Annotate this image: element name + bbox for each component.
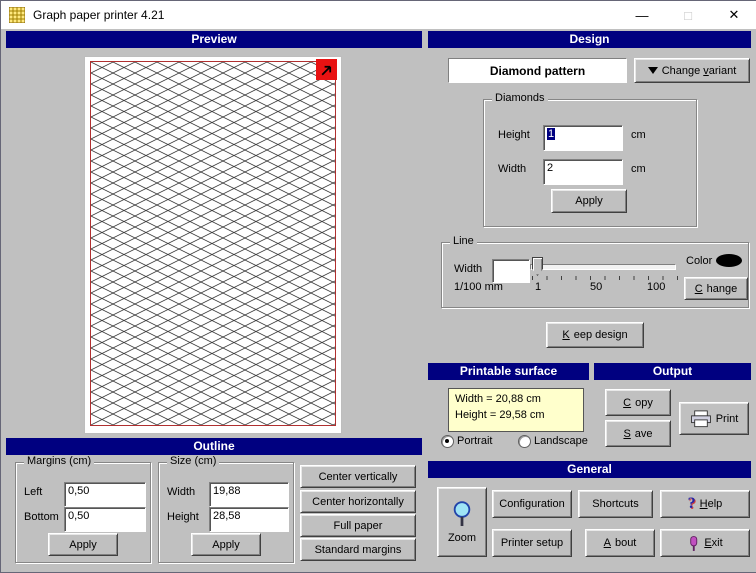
landscape-radio[interactable]: [518, 435, 531, 448]
center-vertically-button[interactable]: Center vertically: [300, 465, 416, 488]
minimize-button[interactable]: —: [619, 1, 665, 29]
titlebar: Graph paper printer 4.21 — □ ✕: [1, 1, 756, 29]
line-width-unit-label: 1/100 mm: [454, 281, 503, 293]
diamonds-group: Diamonds Height 1 cm Width 2 cm Apply: [483, 92, 697, 227]
caption-buttons: — □ ✕: [619, 1, 756, 29]
margin-bottom-input[interactable]: 0,50: [64, 507, 146, 532]
slider-tick-min-label: 1: [535, 281, 542, 293]
close-button[interactable]: ✕: [711, 1, 756, 29]
size-apply-button[interactable]: Apply: [191, 533, 261, 556]
exit-button-label: Exit: [704, 537, 723, 549]
diamonds-apply-button[interactable]: Apply: [551, 189, 627, 213]
printable-surface-info: Width = 20,88 cm Height = 29,58 cm: [448, 388, 584, 432]
size-group-legend: Size (cm): [167, 455, 220, 467]
print-button-label: Print: [715, 412, 739, 425]
line-width-slider[interactable]: [530, 257, 676, 276]
slider-tick-max-label: 100: [647, 281, 666, 293]
diamond-height-label: Height: [498, 129, 530, 141]
pattern-name-display: Diamond pattern: [448, 58, 627, 83]
margins-group: Margins (cm) Left 0,50 Bottom 0,50 Apply: [15, 455, 151, 563]
printable-surface-section-header: Printable surface: [428, 363, 589, 380]
landscape-radio-label: Landscape: [534, 435, 588, 447]
portrait-radio-label: Portrait: [457, 435, 493, 447]
diamond-height-unit: cm: [631, 129, 646, 141]
printer-setup-button[interactable]: Printer setup: [492, 529, 572, 557]
window-title: Graph paper printer 4.21: [33, 8, 165, 22]
app-icon: [9, 7, 25, 23]
shortcuts-button[interactable]: Shortcuts: [578, 490, 653, 518]
output-section-header: Output: [594, 363, 751, 380]
line-width-label: Width: [454, 263, 483, 275]
diamonds-group-legend: Diamonds: [492, 92, 548, 104]
question-mark-icon: ?: [687, 495, 696, 512]
configuration-button[interactable]: Configuration: [492, 490, 572, 518]
margin-left-label: Left: [24, 486, 43, 498]
diamond-width-input[interactable]: 2: [543, 159, 623, 185]
app-window: { "window": { "title": "Graph paper prin…: [0, 0, 756, 573]
outline-section-header: Outline: [6, 438, 422, 455]
size-width-label: Width: [167, 486, 196, 498]
print-button[interactable]: Print: [679, 402, 749, 435]
portrait-radio[interactable]: [441, 435, 454, 448]
help-button-label: Help: [699, 498, 723, 510]
size-height-input[interactable]: 28,58: [209, 507, 289, 532]
magnifier-icon: [453, 500, 471, 526]
zoom-button-label: Zoom: [447, 531, 477, 544]
standard-margins-button[interactable]: Standard margins: [300, 538, 416, 561]
center-horizontally-button[interactable]: Center horizontally: [300, 490, 416, 513]
size-height-label: Height: [167, 511, 199, 523]
general-section-header: General: [428, 461, 751, 478]
margins-group-legend: Margins (cm): [24, 455, 95, 467]
margins-apply-button[interactable]: Apply: [48, 533, 118, 556]
expand-preview-button[interactable]: [316, 59, 337, 80]
margin-left-input[interactable]: 0,50: [64, 482, 146, 507]
preview-section-header: Preview: [6, 31, 422, 48]
printable-width-text: Width = 20,88 cm: [455, 393, 541, 405]
maximize-button[interactable]: □: [665, 1, 711, 29]
arrow-up-right-icon: [321, 65, 331, 75]
slider-track[interactable]: [530, 264, 676, 270]
about-button[interactable]: About: [585, 529, 655, 557]
change-variant-button[interactable]: Change variant: [634, 58, 750, 83]
diamond-height-value: 1: [547, 128, 556, 140]
preview-paper: [84, 56, 342, 434]
size-group: Size (cm) Width 19,88 Height 28,58 Apply: [158, 455, 294, 563]
size-width-input[interactable]: 19,88: [209, 482, 289, 507]
design-section-header: Design: [428, 31, 751, 48]
diamond-height-input[interactable]: 1: [543, 125, 623, 151]
line-group-legend: Line: [450, 235, 477, 247]
printer-icon: [690, 409, 711, 427]
margin-bottom-label: Bottom: [24, 511, 59, 523]
line-color-label: Color: [686, 255, 713, 267]
slider-tick-marks: [532, 276, 678, 280]
keep-design-button[interactable]: Keep design: [546, 322, 644, 348]
line-group: Line Width 1/100 mm 1 50 100 Color Chang…: [441, 235, 749, 308]
slider-thumb[interactable]: [532, 257, 543, 276]
line-color-swatch: [716, 254, 742, 267]
zoom-button[interactable]: Zoom: [437, 487, 487, 557]
diamond-width-unit: cm: [631, 163, 646, 175]
copy-button[interactable]: Copy: [605, 389, 671, 416]
exit-icon: [690, 535, 698, 551]
chevron-down-icon: [647, 67, 658, 74]
help-button[interactable]: ? Help: [660, 490, 750, 518]
printable-height-text: Height = 29,58 cm: [455, 409, 545, 421]
diamond-width-label: Width: [498, 163, 527, 175]
slider-tick-mid-label: 50: [590, 281, 603, 293]
exit-button[interactable]: Exit: [660, 529, 750, 557]
full-paper-button[interactable]: Full paper: [300, 514, 416, 537]
change-variant-label: Change variant: [661, 64, 737, 77]
line-width-input[interactable]: [492, 259, 530, 283]
line-color-change-button[interactable]: Change: [684, 277, 748, 300]
preview-diamond-pattern: [90, 61, 336, 426]
save-button[interactable]: Save: [605, 420, 671, 447]
